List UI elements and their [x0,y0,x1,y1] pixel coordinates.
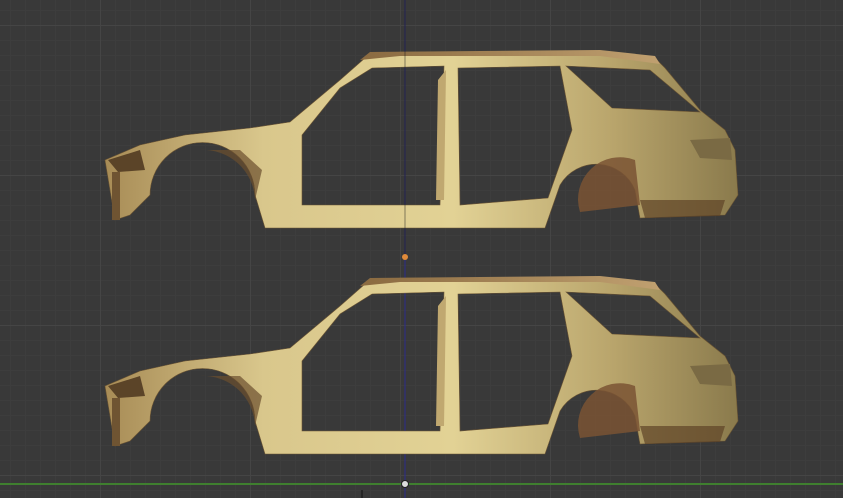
car-body-upper[interactable] [104,49,739,229]
viewport-canvas[interactable] [0,0,843,498]
car-body-lower[interactable] [104,275,739,455]
3d-viewport[interactable] [0,0,843,498]
object-origin-icon[interactable] [402,254,408,260]
3d-cursor-icon[interactable] [401,480,409,488]
